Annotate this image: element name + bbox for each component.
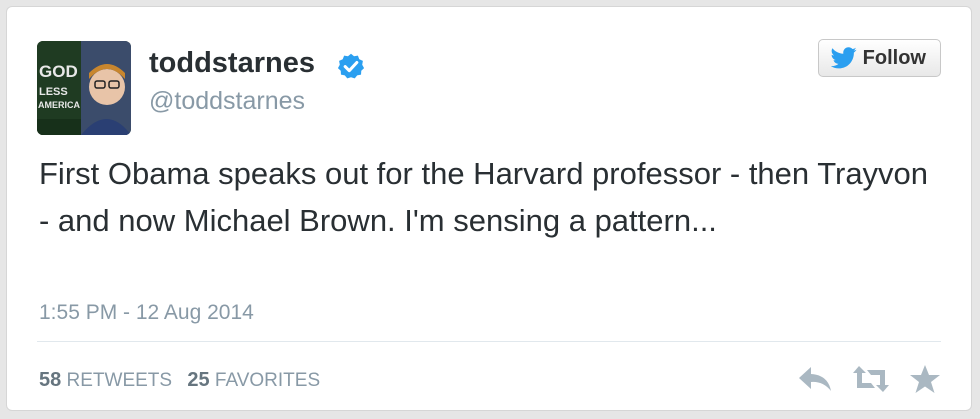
avatar[interactable]: GOD LESS AMERICA [37, 41, 131, 135]
display-name[interactable]: toddstarnes [149, 47, 315, 80]
follow-button[interactable]: Follow [817, 39, 941, 77]
favorites-count: 25 [187, 369, 210, 391]
tweet-timestamp[interactable]: 1:55 PM - 12 Aug 2014 [39, 301, 254, 325]
divider [37, 341, 941, 342]
favorites-stat[interactable]: 25 FAVORITES [187, 369, 321, 391]
tweet-card: GOD LESS AMERICA toddstarnes @toddstarne… [6, 6, 972, 411]
tweet-text: First Obama speaks out for the Harvard p… [39, 156, 929, 238]
retweets-label: RETWEETS [66, 370, 173, 391]
retweets-stat[interactable]: 58 RETWEETS [39, 369, 173, 391]
verified-badge-icon [337, 53, 365, 79]
star-icon[interactable] [909, 364, 941, 394]
tweet-stats: 58 RETWEETS 25 FAVORITES [39, 369, 320, 392]
retweet-icon[interactable] [851, 364, 891, 394]
avatar-text-3: AMERICA [38, 100, 80, 110]
user-handle[interactable]: @toddstarnes [149, 87, 305, 116]
avatar-text-1: GOD [39, 62, 78, 81]
avatar-text-2: LESS [39, 86, 68, 98]
tweet-actions [797, 364, 941, 394]
favorites-label: FAVORITES [214, 370, 321, 391]
reply-icon[interactable] [797, 364, 833, 394]
retweets-count: 58 [39, 369, 62, 391]
avatar-image: GOD LESS AMERICA [37, 41, 131, 135]
follow-label: Follow [862, 46, 926, 69]
twitter-bird-icon [830, 47, 857, 69]
